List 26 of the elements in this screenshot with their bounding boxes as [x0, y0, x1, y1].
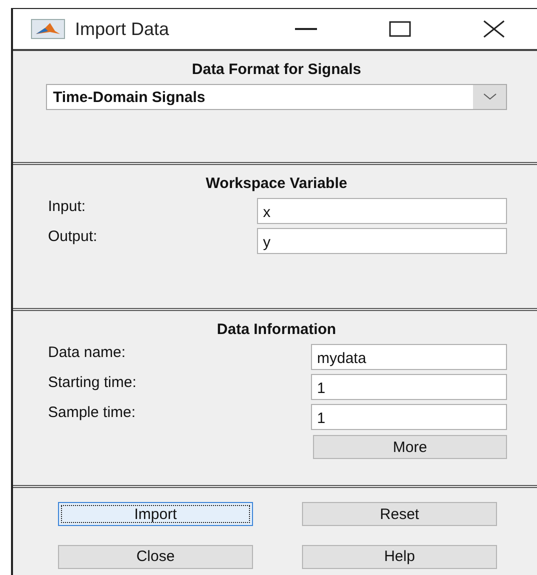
section-title: Workspace Variable: [204, 174, 348, 194]
dialog-button[interactable]: Reset: [302, 502, 497, 526]
maximize-icon: [389, 21, 411, 37]
chevron-icon: [482, 93, 496, 101]
field-label: Input:: [48, 198, 86, 215]
window-title: Import Data: [75, 18, 170, 40]
field-label: Data name:: [48, 344, 126, 361]
field-label: Starting time:: [48, 374, 136, 391]
signal-format-dropdown[interactable]: Time-Domain Signals: [46, 84, 507, 110]
close-button[interactable]: [481, 18, 507, 40]
dialog-button[interactable]: Close: [58, 544, 253, 568]
field-label: Sample time:: [48, 404, 136, 421]
close-icon: [483, 20, 505, 38]
dialog-button[interactable]: Help: [302, 544, 497, 568]
section-title: Data Information: [216, 320, 338, 340]
section-title: Data Format for Signals: [190, 60, 362, 80]
field-label: Output:: [48, 228, 98, 245]
input-field[interactable]: 1: [311, 404, 507, 430]
more-button[interactable]: More: [313, 435, 507, 459]
dialog-button[interactable]: Import: [58, 502, 253, 526]
minimize-icon: [295, 28, 317, 30]
input-field[interactable]: x: [257, 198, 507, 224]
app-logo-icon: [31, 19, 65, 39]
input-field[interactable]: 1: [311, 374, 507, 400]
input-field[interactable]: y: [257, 228, 507, 254]
input-field[interactable]: mydata: [311, 344, 507, 370]
